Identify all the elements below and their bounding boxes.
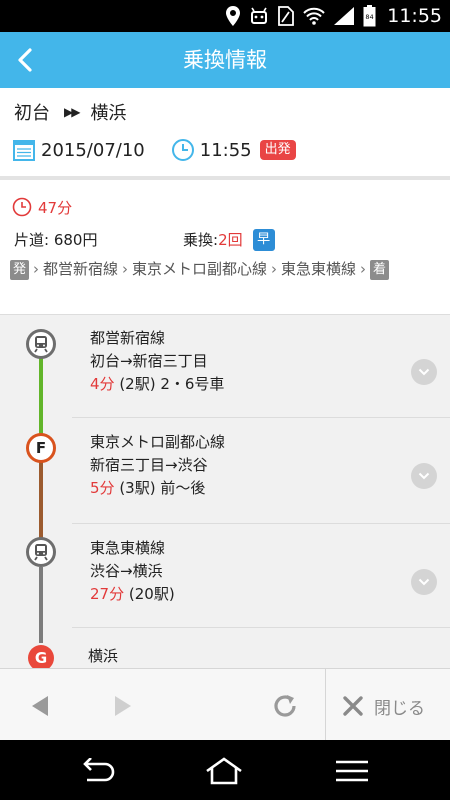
segment-extra: (2駅) 2・6号車 [119, 375, 225, 393]
segment-line [39, 357, 43, 445]
app-header: 乗換情報 [0, 32, 450, 88]
location-icon [226, 6, 240, 26]
fare-value: 680円 [53, 231, 98, 249]
close-label: 閉じる [374, 698, 425, 719]
expand-button[interactable] [411, 463, 437, 489]
transfer-count: 2回 [218, 231, 243, 249]
home-icon [206, 757, 242, 785]
chevron-down-icon [418, 368, 430, 376]
fare-info: 片道: 680円 [14, 229, 97, 251]
segment-section: 渋谷→横浜 [90, 562, 163, 580]
segment-info: 東京メトロ副都心線 新宿三丁目→渋谷 5分 (3駅) 前〜後 [90, 431, 225, 500]
segment-line-name: 東京メトロ副都心線 [90, 433, 226, 451]
expand-button[interactable] [411, 359, 437, 385]
close-button[interactable]: 閉じる [342, 691, 425, 721]
segment-section: 新宿三丁目→渋谷 [90, 456, 208, 474]
chevron-down-icon [418, 578, 430, 586]
expand-button[interactable] [411, 569, 437, 595]
segment-time: 4分 (2駅) 2・6号車 [90, 373, 224, 396]
search-time: 11:55 [199, 139, 252, 161]
section-divider [0, 176, 450, 180]
search-datetime: 2015/07/10 11:55 出発 [12, 137, 296, 163]
origin-station: 初台 [14, 103, 50, 124]
chevron-down-icon [418, 472, 430, 480]
toolbar-divider [325, 669, 326, 741]
close-icon [343, 696, 363, 716]
battery-icon: 84 [363, 5, 376, 27]
transfer-info: 乗換: 2回 早 [183, 229, 275, 251]
row-divider [72, 523, 450, 524]
fastest-badge: 早 [252, 229, 275, 251]
svg-text:84: 84 [365, 13, 373, 21]
line-name: 東京メトロ副都心線 [132, 260, 268, 278]
segment-info: 東急東横線 渋谷→横浜 27分 (20駅) [90, 537, 175, 606]
next-button[interactable] [108, 691, 138, 721]
page-title: 乗換情報 [183, 48, 267, 72]
status-time: 11:55 [387, 5, 442, 27]
depart-tag: 発 [10, 260, 29, 280]
segment-minutes: 27分 [90, 585, 125, 603]
chevron-right-icon: › [33, 260, 39, 278]
clock-icon [12, 197, 32, 217]
segment-extra: (20駅) [128, 585, 175, 603]
segment-line [39, 567, 43, 643]
arrive-tag: 着 [370, 260, 390, 280]
segment-info: 都営新宿線 初台→新宿三丁目 4分 (2駅) 2・6号車 [90, 327, 224, 396]
wifi-icon [303, 7, 325, 25]
bottom-toolbar: 閉じる [0, 668, 450, 741]
menu-icon [336, 760, 368, 782]
route-summary: 初台 ▶▶ 横浜 [14, 100, 126, 124]
segment-extra: (3駅) 前〜後 [119, 479, 206, 497]
status-bar: 84 11:55 [0, 0, 450, 32]
fare-label: 片道: [14, 231, 50, 249]
calendar-icon [13, 140, 35, 161]
chevron-right-icon: › [271, 260, 278, 278]
segment-minutes: 5分 [90, 479, 115, 497]
total-duration: 47分 [12, 196, 72, 218]
refresh-icon [274, 695, 296, 717]
line-sequence: 発 › 都営新宿線 › 東京メトロ副都心線 › 東急東横線 › 着 [10, 256, 440, 282]
segment-time: 5分 (3駅) 前〜後 [90, 477, 225, 500]
destination-station: 横浜 [90, 103, 127, 124]
chevron-right-icon: › [122, 260, 129, 278]
goal-station: 横浜 [88, 647, 119, 665]
android-icon [251, 7, 267, 24]
segment-time: 27分 (20駅) [90, 583, 175, 606]
nav-menu-button[interactable] [330, 756, 374, 786]
line-letter-node: F [26, 433, 56, 463]
back-arrow-icon [83, 758, 115, 782]
train-node [26, 537, 56, 567]
sim-icon [278, 6, 294, 26]
nav-back-button[interactable] [75, 756, 119, 786]
segment-line-name: 東急東横線 [90, 539, 166, 557]
search-date: 2015/07/10 [41, 139, 145, 161]
segment-section: 初台→新宿三丁目 [90, 352, 208, 370]
refresh-button[interactable] [270, 691, 300, 721]
segment-line-name: 都営新宿線 [90, 329, 166, 347]
previous-button[interactable] [25, 691, 55, 721]
line-name: 都営新宿線 [43, 260, 119, 278]
row-divider [72, 417, 450, 418]
clock-icon [171, 139, 194, 161]
status-icons: 84 [226, 5, 376, 27]
nav-home-button[interactable] [202, 756, 246, 786]
chevron-right-icon: › [360, 260, 367, 278]
triangle-right-icon [115, 696, 131, 716]
transfer-label: 乗換: [183, 231, 219, 249]
train-icon [34, 544, 48, 561]
row-divider [72, 627, 450, 628]
train-node [26, 329, 56, 359]
goal-node: G [28, 645, 54, 668]
line-name: 東急東横線 [281, 260, 357, 278]
route-detail-panel[interactable]: 都営新宿線 初台→新宿三丁目 4分 (2駅) 2・6号車 F 東京メトロ副都心線… [0, 314, 450, 668]
train-icon [34, 336, 48, 353]
departure-mode-badge: 出発 [259, 140, 296, 160]
triangle-left-icon [32, 696, 48, 716]
duration-value: 47分 [38, 198, 73, 217]
segment-minutes: 4分 [90, 375, 115, 393]
signal-icon [334, 7, 354, 25]
route-arrow-icon: ▶▶ [64, 105, 81, 119]
system-nav-bar [0, 740, 450, 800]
